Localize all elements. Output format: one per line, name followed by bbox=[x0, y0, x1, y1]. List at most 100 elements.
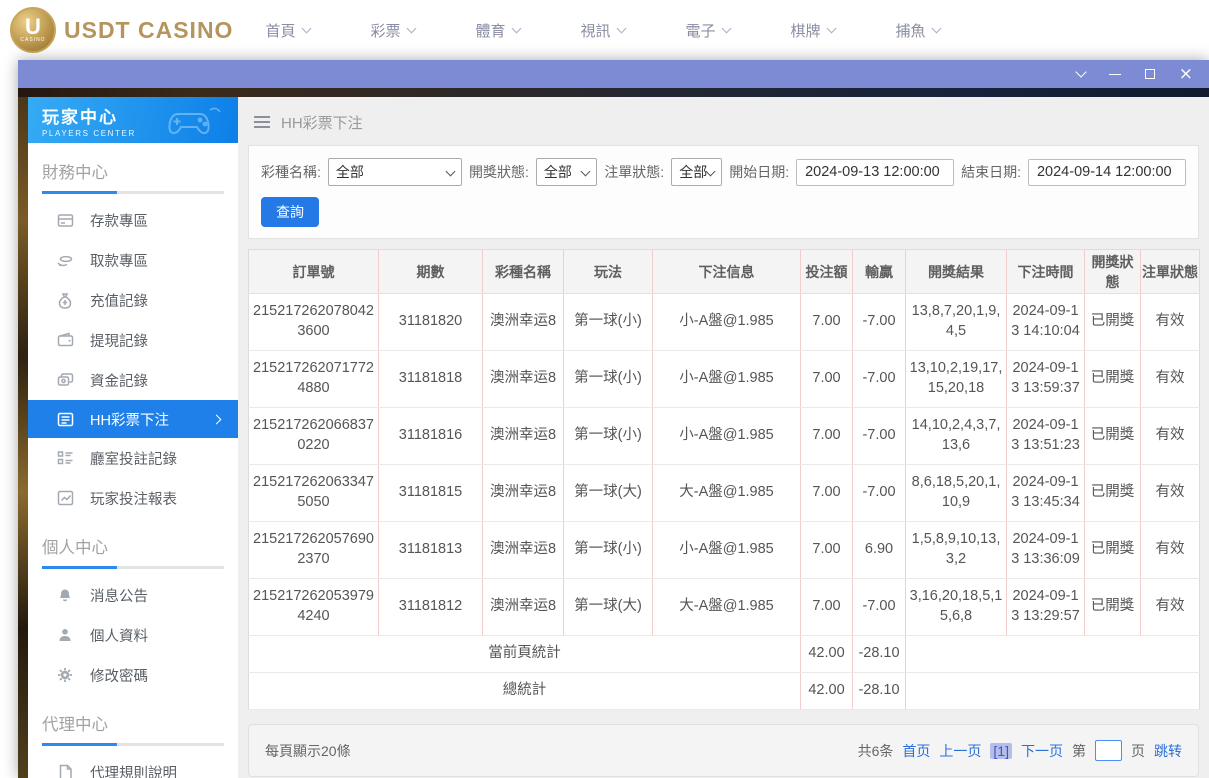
sidebar-section-label: 財務中心 bbox=[42, 159, 224, 183]
sidebar-item[interactable]: 提現記錄 bbox=[28, 320, 238, 360]
coins-icon bbox=[56, 371, 74, 389]
table-cell: -7.00 bbox=[853, 408, 906, 465]
nav-item[interactable]: 棋牌 bbox=[760, 20, 865, 41]
hamburger-menu-icon[interactable] bbox=[254, 116, 270, 128]
nav-item[interactable]: 體育 bbox=[445, 20, 550, 41]
table-header-row: 訂單號期數彩種名稱玩法下注信息投注額輸贏開獎結果下注時間開獎狀態注單狀態 bbox=[249, 250, 1200, 294]
sidebar-item[interactable]: 充值記錄 bbox=[28, 280, 238, 320]
nav-item[interactable]: 電子 bbox=[655, 20, 760, 41]
background-image-strip-top bbox=[18, 88, 1209, 97]
sidebar-item[interactable]: 廳室投註記錄 bbox=[28, 438, 238, 478]
sidebar-item[interactable]: 消息公告 bbox=[28, 575, 238, 615]
gamepad-icon bbox=[164, 102, 226, 138]
order-status-label: 注單狀態: bbox=[604, 162, 664, 182]
top-nav: 首頁 彩票 體育 視訊 電子 棋牌 捕魚 bbox=[235, 0, 970, 60]
table-cell: 大-A盤@1.985 bbox=[653, 465, 801, 522]
column-header: 玩法 bbox=[564, 250, 653, 294]
nav-item-label: 棋牌 bbox=[790, 20, 820, 41]
table-cell: 已開獎 bbox=[1085, 408, 1141, 465]
deposit-card-icon bbox=[56, 211, 74, 229]
table-cell: 2152172620780423600 bbox=[249, 294, 379, 351]
sidebar-item[interactable]: 個人資料 bbox=[28, 615, 238, 655]
order-status-select[interactable]: 全部 bbox=[671, 158, 722, 186]
table-cell: 澳洲幸运8 bbox=[483, 351, 564, 408]
column-header: 期數 bbox=[379, 250, 483, 294]
page-jump-input[interactable] bbox=[1095, 740, 1122, 761]
background-image-strip-left bbox=[18, 97, 28, 778]
site-logo[interactable]: U CASINO USDT CASINO bbox=[10, 7, 233, 53]
logo-letter: U bbox=[25, 17, 41, 37]
jump-button[interactable]: 跳转 bbox=[1154, 741, 1182, 761]
table-cell: 有效 bbox=[1141, 408, 1200, 465]
draw-status-select[interactable]: 全部 bbox=[536, 158, 597, 186]
sidebar-item[interactable]: 玩家投注報表 bbox=[28, 478, 238, 518]
table-cell: -7.00 bbox=[853, 351, 906, 408]
player-center-window: × 玩家中心 PLAYERS CENTER 財務中心 存款專區 取款專區 bbox=[18, 60, 1209, 778]
wallet-icon bbox=[56, 331, 74, 349]
table-cell: 31181813 bbox=[379, 522, 483, 579]
chevron-down-icon bbox=[511, 23, 521, 33]
column-header: 開獎狀態 bbox=[1085, 250, 1141, 294]
table-cell: 7.00 bbox=[801, 522, 853, 579]
table-cell: 7.00 bbox=[801, 465, 853, 522]
nav-item[interactable]: 彩票 bbox=[340, 20, 445, 41]
start-date-label: 開始日期: bbox=[729, 162, 789, 182]
sidebar-item-label: 代理規則說明 bbox=[90, 762, 177, 778]
person-icon bbox=[56, 626, 74, 644]
first-page-link[interactable]: 首页 bbox=[902, 741, 930, 761]
table-cell: 2024-09-13 13:59:37 bbox=[1007, 351, 1085, 408]
nav-item[interactable]: 視訊 bbox=[550, 20, 655, 41]
table-cell: 有效 bbox=[1141, 351, 1200, 408]
window-minimize-icon[interactable] bbox=[1109, 74, 1121, 75]
next-page-link[interactable]: 下一页 bbox=[1021, 741, 1063, 761]
column-header: 下注時間 bbox=[1007, 250, 1085, 294]
column-header: 訂單號 bbox=[249, 250, 379, 294]
sidebar-item[interactable]: 取款專區 bbox=[28, 240, 238, 280]
table-cell: 31181812 bbox=[379, 579, 483, 636]
bell-icon bbox=[56, 586, 74, 604]
sidebar-item[interactable]: 資金記錄 bbox=[28, 360, 238, 400]
table-cell: 7.00 bbox=[801, 294, 853, 351]
start-date-input[interactable] bbox=[796, 159, 954, 186]
window-collapse-icon[interactable] bbox=[1075, 66, 1086, 77]
window-close-icon[interactable]: × bbox=[1179, 67, 1193, 81]
nav-item[interactable]: 首頁 bbox=[235, 20, 340, 41]
end-date-input[interactable] bbox=[1028, 159, 1186, 186]
column-header: 注單狀態 bbox=[1141, 250, 1200, 294]
sidebar-item[interactable]: 存款專區 bbox=[28, 200, 238, 240]
end-date-label: 結束日期: bbox=[961, 162, 1021, 182]
per-page-text: 每頁顯示20條 bbox=[265, 741, 351, 761]
lottery-name-select[interactable]: 全部 bbox=[328, 158, 462, 186]
table-cell: 第一球(大) bbox=[564, 579, 653, 636]
sidebar-menu: 財務中心 存款專區 取款專區 充值記錄 提現記錄 bbox=[28, 159, 238, 778]
summary-bet-amount: 42.00 bbox=[801, 636, 853, 673]
sidebar-item[interactable]: HH彩票下注 bbox=[28, 400, 238, 438]
table-cell: 有效 bbox=[1141, 294, 1200, 351]
sidebar-section-label: 個人中心 bbox=[42, 534, 224, 558]
document-icon bbox=[56, 763, 74, 778]
chevron-down-icon bbox=[931, 23, 941, 33]
withdraw-hand-icon bbox=[56, 251, 74, 269]
pagination-bar: 每頁顯示20條 共6条 首页 上一页 [1] 下一页 第 页 跳转 bbox=[248, 724, 1199, 777]
chevron-down-icon bbox=[581, 166, 591, 176]
chevron-down-icon bbox=[616, 23, 626, 33]
table-cell: 31181816 bbox=[379, 408, 483, 465]
sidebar-item[interactable]: 修改密碼 bbox=[28, 655, 238, 695]
window-maximize-icon[interactable] bbox=[1145, 69, 1155, 79]
query-button[interactable]: 查詢 bbox=[261, 197, 319, 227]
table-cell: -7.00 bbox=[853, 579, 906, 636]
nav-item[interactable]: 捕魚 bbox=[865, 20, 970, 41]
prev-page-link[interactable]: 上一页 bbox=[939, 741, 981, 761]
nav-item-label: 電子 bbox=[685, 20, 715, 41]
section-divider bbox=[42, 566, 224, 569]
nav-item-label: 彩票 bbox=[370, 20, 400, 41]
summary-label: 當前頁統計 bbox=[249, 636, 801, 673]
table-row: 215217262063347505031181815澳洲幸运8第一球(大)大-… bbox=[249, 465, 1200, 522]
column-header: 開獎結果 bbox=[906, 250, 1007, 294]
gear-icon bbox=[56, 666, 74, 684]
lottery-name-label: 彩種名稱: bbox=[261, 162, 321, 182]
sidebar-item-label: 資金記錄 bbox=[90, 370, 148, 391]
sidebar-item[interactable]: 代理規則說明 bbox=[28, 752, 238, 778]
table-cell: 已開獎 bbox=[1085, 579, 1141, 636]
table-cell: 7.00 bbox=[801, 579, 853, 636]
